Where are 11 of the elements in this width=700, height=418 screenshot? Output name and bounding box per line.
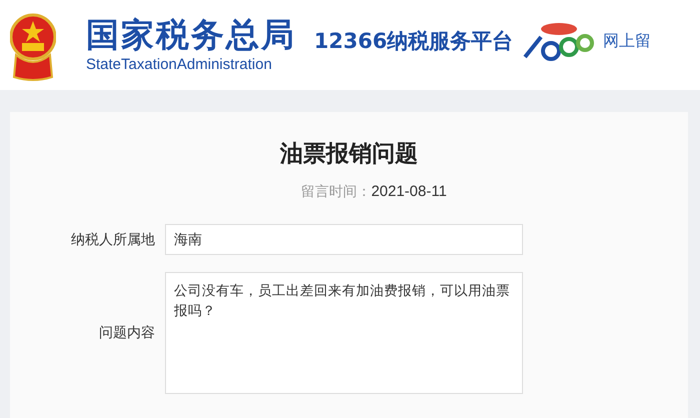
message-title: 油票报销问题 (280, 140, 418, 169)
question-field[interactable]: 公司没有车，员工出差回来有加油费报销，可以用油票报吗？ (165, 272, 523, 394)
time-value: 2021-08-11 (371, 183, 447, 201)
time-label: 留言时间： (301, 183, 372, 201)
field-label: 问题内容 (98, 324, 155, 342)
nav-link[interactable]: 网上留 (603, 30, 652, 52)
platform-name: 12366纳税服务平台 (314, 28, 514, 55)
agency-name-english: StateTaxationAdministration (86, 55, 273, 75)
location-field[interactable]: 海南 (165, 224, 523, 255)
field-label: 纳税人所属地 (70, 230, 155, 248)
agency-name: 国家税务总局 (86, 15, 296, 55)
